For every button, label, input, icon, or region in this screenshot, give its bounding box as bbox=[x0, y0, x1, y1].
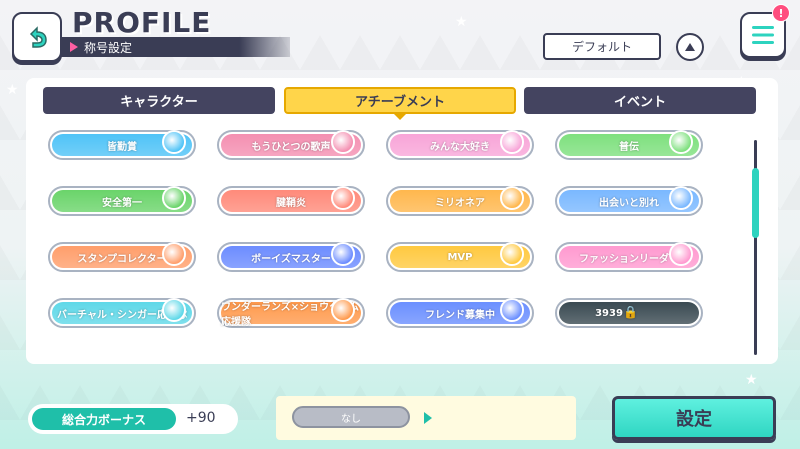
title-badge[interactable]: 出会いと別れ bbox=[555, 186, 703, 216]
star-decoration: ★ bbox=[6, 82, 19, 98]
title-badge-plate: バーチャル・シンガー応援隊 bbox=[52, 298, 192, 324]
star-decoration: ★ bbox=[455, 14, 468, 30]
title-badge-label: ファッションリーダー bbox=[579, 253, 679, 265]
title-badge-label: MVP bbox=[447, 251, 473, 263]
back-button[interactable] bbox=[12, 12, 62, 62]
set-button[interactable]: 設定 bbox=[612, 396, 776, 440]
title-badge[interactable]: ミリオネア bbox=[386, 186, 534, 216]
coins-icon bbox=[500, 186, 524, 210]
title-badge-plate: 皆勤賞 bbox=[52, 130, 192, 156]
title-badge-plate: みんな大好き bbox=[390, 130, 530, 156]
default-button[interactable]: デフォルト bbox=[543, 33, 661, 60]
title-badge-plate: ボーイズマスター bbox=[221, 242, 361, 268]
title-badge-plate: フレンド募集中 bbox=[390, 298, 530, 324]
back-arrow-icon bbox=[29, 26, 47, 48]
glowstick-icon bbox=[162, 298, 186, 322]
title-selection-panel: キャラクター アチーブメント イベント 皆勤賞 もうひとつの歌声 みんな大好き 普伝安… bbox=[26, 78, 778, 364]
total-bonus: 総合力ボーナス +90 bbox=[28, 404, 238, 434]
title-badge-label: みんな大好き bbox=[430, 141, 490, 153]
title-badge-plate: ファッションリーダー bbox=[559, 242, 699, 268]
hamburger-menu-icon bbox=[752, 26, 774, 44]
hearts-icon bbox=[500, 130, 524, 154]
scroll-up-button[interactable] bbox=[676, 33, 704, 61]
title-badge-plate: 安全第一 bbox=[52, 186, 192, 212]
subtitle-text: 称号設定 bbox=[84, 41, 133, 55]
title-badge[interactable]: 3939 🔒 bbox=[555, 298, 703, 328]
tab-event[interactable]: イベント bbox=[524, 87, 756, 114]
title-badge-plate: ミリオネア bbox=[390, 186, 530, 212]
title-badge-plate: 出会いと別れ bbox=[559, 186, 699, 212]
title-badge-plate: 普伝 bbox=[559, 130, 699, 156]
clothes-icon bbox=[669, 242, 693, 266]
title-badge[interactable]: みんな大好き bbox=[386, 130, 534, 160]
arrow-up-icon bbox=[685, 43, 695, 51]
selected-title-preview: なし bbox=[276, 396, 576, 440]
title-badge[interactable]: もうひとつの歌声 bbox=[217, 130, 365, 160]
title-badge[interactable]: MVP bbox=[386, 242, 534, 272]
title-badge-plate: スタンプコレクター bbox=[52, 242, 192, 268]
title-badge[interactable]: ファッションリーダー bbox=[555, 242, 703, 272]
title-badge[interactable]: フレンド募集中 bbox=[386, 298, 534, 328]
title-badge-label: 皆勤賞 bbox=[107, 141, 137, 153]
title-badge[interactable]: 腱鞘炎 bbox=[217, 186, 365, 216]
tab-achievement[interactable]: アチーブメント bbox=[284, 87, 516, 120]
burger-icon bbox=[162, 186, 186, 210]
title-badge-label: スタンプコレクター bbox=[77, 253, 167, 265]
title-badge-label: 普伝 bbox=[619, 141, 639, 153]
current-title-pill: なし bbox=[292, 406, 410, 428]
friend-icon bbox=[500, 298, 524, 322]
battery-icon bbox=[669, 130, 693, 154]
title-badge-label: 出会いと別れ bbox=[599, 197, 659, 209]
arrow-right-icon bbox=[424, 412, 432, 424]
title-badge[interactable]: バーチャル・シンガー応援隊 bbox=[48, 298, 196, 328]
title-badge[interactable]: ボーイズマスター bbox=[217, 242, 365, 272]
page-title: PROFILE bbox=[72, 6, 212, 39]
glowstick-icon bbox=[331, 298, 355, 322]
title-badge[interactable]: ワンダーランズ×ショウタイム応援隊 bbox=[217, 298, 365, 328]
boys-icon bbox=[331, 242, 355, 266]
stamp-icon bbox=[162, 242, 186, 266]
scrollbar-thumb[interactable] bbox=[752, 168, 759, 238]
title-badge[interactable]: スタンプコレクター bbox=[48, 242, 196, 272]
hand-icon bbox=[331, 186, 355, 210]
star-decoration: ★ bbox=[745, 372, 758, 388]
title-badge-label: ボーイズマスター bbox=[251, 253, 331, 265]
title-badge-label: もうひとつの歌声 bbox=[251, 141, 331, 153]
title-badge[interactable]: 安全第一 bbox=[48, 186, 196, 216]
subtitle-bar: 称号設定 bbox=[60, 37, 290, 57]
tab-character[interactable]: キャラクター bbox=[43, 87, 275, 114]
microphone-icon bbox=[331, 130, 355, 154]
title-badge-plate: 腱鞘炎 bbox=[221, 186, 361, 212]
title-badge-label: フレンド募集中 bbox=[425, 309, 495, 321]
triangle-marker-icon bbox=[70, 42, 78, 52]
book-icon bbox=[162, 130, 186, 154]
bonus-label: 総合力ボーナス bbox=[32, 408, 176, 430]
bonus-value: +90 bbox=[186, 410, 216, 426]
title-badge-label: ミリオネア bbox=[435, 197, 485, 209]
category-tabs: キャラクター アチーブメント イベント bbox=[43, 87, 757, 120]
title-badge-label: 安全第一 bbox=[102, 197, 142, 209]
title-badge-plate: もうひとつの歌声 bbox=[221, 130, 361, 156]
lock-icon: 🔒 bbox=[623, 305, 638, 319]
title-badge-plate: 3939 🔒 bbox=[559, 302, 699, 324]
notification-badge: ! bbox=[772, 4, 790, 22]
title-badge[interactable]: 皆勤賞 bbox=[48, 130, 196, 160]
title-badge[interactable]: 普伝 bbox=[555, 130, 703, 160]
title-badge-label: 腱鞘炎 bbox=[276, 197, 306, 209]
wave-hand-icon bbox=[669, 186, 693, 210]
title-badge-plate: ワンダーランズ×ショウタイム応援隊 bbox=[221, 298, 361, 328]
title-badge-plate: MVP bbox=[390, 242, 530, 268]
medal-icon bbox=[500, 242, 524, 266]
